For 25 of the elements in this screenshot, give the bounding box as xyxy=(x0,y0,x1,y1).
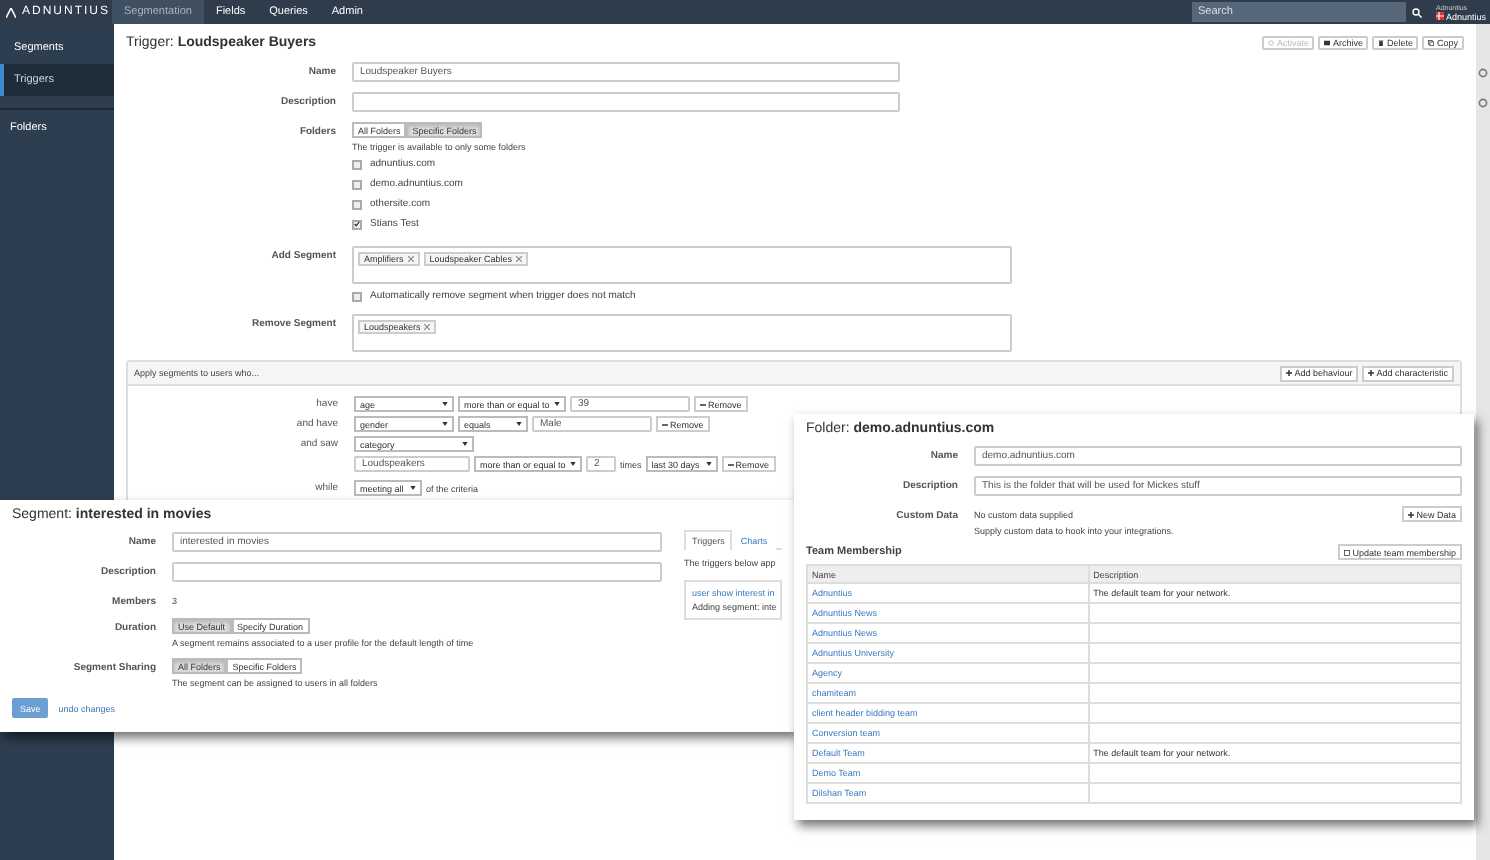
description-field[interactable] xyxy=(352,92,900,112)
caret-icon xyxy=(442,402,448,406)
description-field[interactable] xyxy=(172,562,662,582)
caret-icon xyxy=(570,462,576,466)
caret-icon xyxy=(442,422,448,426)
close-icon[interactable] xyxy=(516,256,523,262)
caret-icon xyxy=(516,422,522,426)
close-icon[interactable] xyxy=(407,256,414,262)
caret-icon xyxy=(705,462,712,466)
close-icon[interactable] xyxy=(424,324,431,330)
trash-icon xyxy=(1378,39,1385,45)
plus-icon xyxy=(1286,370,1293,376)
archive-icon xyxy=(1324,39,1331,45)
plus-icon xyxy=(1368,370,1375,376)
edit-icon xyxy=(1344,549,1351,555)
logo-icon xyxy=(6,7,16,17)
caret-icon xyxy=(410,486,416,490)
copy-icon xyxy=(1428,39,1435,45)
check-icon xyxy=(354,220,360,228)
caret-icon xyxy=(462,442,468,446)
search-icon xyxy=(1412,7,1423,17)
caret-icon xyxy=(554,402,560,406)
circle-icon xyxy=(1268,39,1275,45)
plus-icon xyxy=(1408,511,1415,517)
flag-icon xyxy=(1435,12,1444,20)
